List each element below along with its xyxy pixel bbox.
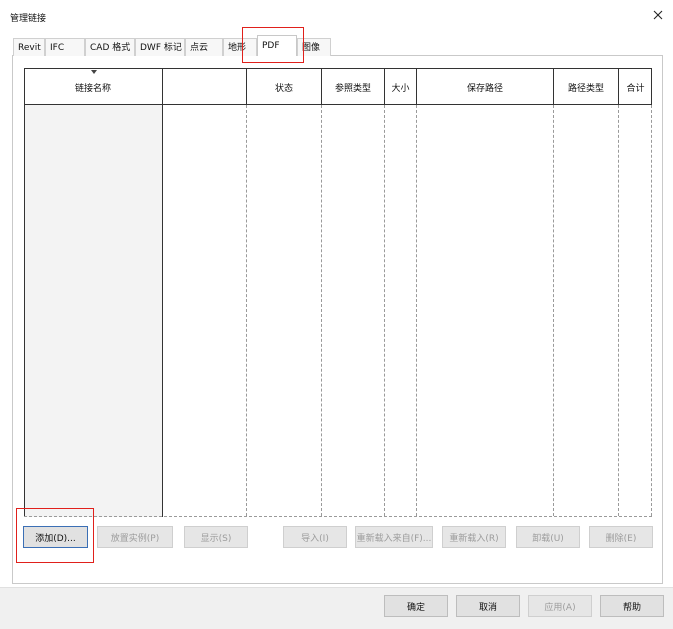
- delete-button[interactable]: 删除(E): [589, 526, 653, 548]
- manage-links-dialog: 管理链接 Revit IFC CAD 格式 DWF 标记 点云 地形 PDF 图…: [0, 0, 673, 629]
- link-name-column-area: [24, 105, 162, 517]
- column-header-size[interactable]: 大小: [385, 69, 416, 105]
- tab-point-cloud[interactable]: 点云: [185, 38, 223, 56]
- tab-pdf[interactable]: PDF: [257, 35, 297, 56]
- add-button[interactable]: 添加(D)...: [23, 526, 88, 548]
- help-button[interactable]: 帮助: [600, 595, 664, 617]
- apply-button[interactable]: 应用(A): [528, 595, 592, 617]
- place-instance-button[interactable]: 放置实例(P): [97, 526, 173, 548]
- close-icon: [653, 10, 663, 20]
- links-table: 链接名称 状态 参照类型 大小 保存路径 路径类型 合计: [24, 68, 652, 517]
- tab-images[interactable]: 图像: [297, 38, 331, 56]
- show-button[interactable]: 显示(S): [184, 526, 248, 548]
- window-title: 管理链接: [10, 14, 47, 24]
- column-header-status[interactable]: 状态: [247, 69, 321, 105]
- tab-revit[interactable]: Revit: [13, 38, 45, 56]
- tab-cad-formats[interactable]: CAD 格式: [85, 38, 135, 56]
- column-header-reference-type[interactable]: 参照类型: [322, 69, 384, 105]
- close-button[interactable]: [651, 8, 665, 22]
- column-header-path-type[interactable]: 路径类型: [554, 69, 618, 105]
- tab-strip: Revit IFC CAD 格式 DWF 标记 点云 地形 PDF 图像: [13, 35, 663, 56]
- reload-from-button[interactable]: 重新载入来自(F)...: [355, 526, 433, 548]
- table-header: 链接名称 状态 参照类型 大小 保存路径 路径类型 合计: [24, 68, 652, 105]
- ok-button[interactable]: 确定: [384, 595, 448, 617]
- unload-button[interactable]: 卸载(U): [516, 526, 580, 548]
- column-header-total[interactable]: 合计: [619, 69, 652, 105]
- cancel-button[interactable]: 取消: [456, 595, 520, 617]
- tab-ifc[interactable]: IFC: [45, 38, 85, 56]
- import-button[interactable]: 导入(I): [283, 526, 347, 548]
- column-header-link-name[interactable]: 链接名称: [24, 69, 162, 105]
- title-bar: 管理链接: [0, 0, 673, 30]
- tab-topography[interactable]: 地形: [223, 38, 257, 56]
- column-header-blank[interactable]: [163, 69, 246, 105]
- reload-button[interactable]: 重新载入(R): [442, 526, 506, 548]
- tab-dwf-markups[interactable]: DWF 标记: [135, 38, 185, 56]
- column-header-saved-path[interactable]: 保存路径: [417, 69, 553, 105]
